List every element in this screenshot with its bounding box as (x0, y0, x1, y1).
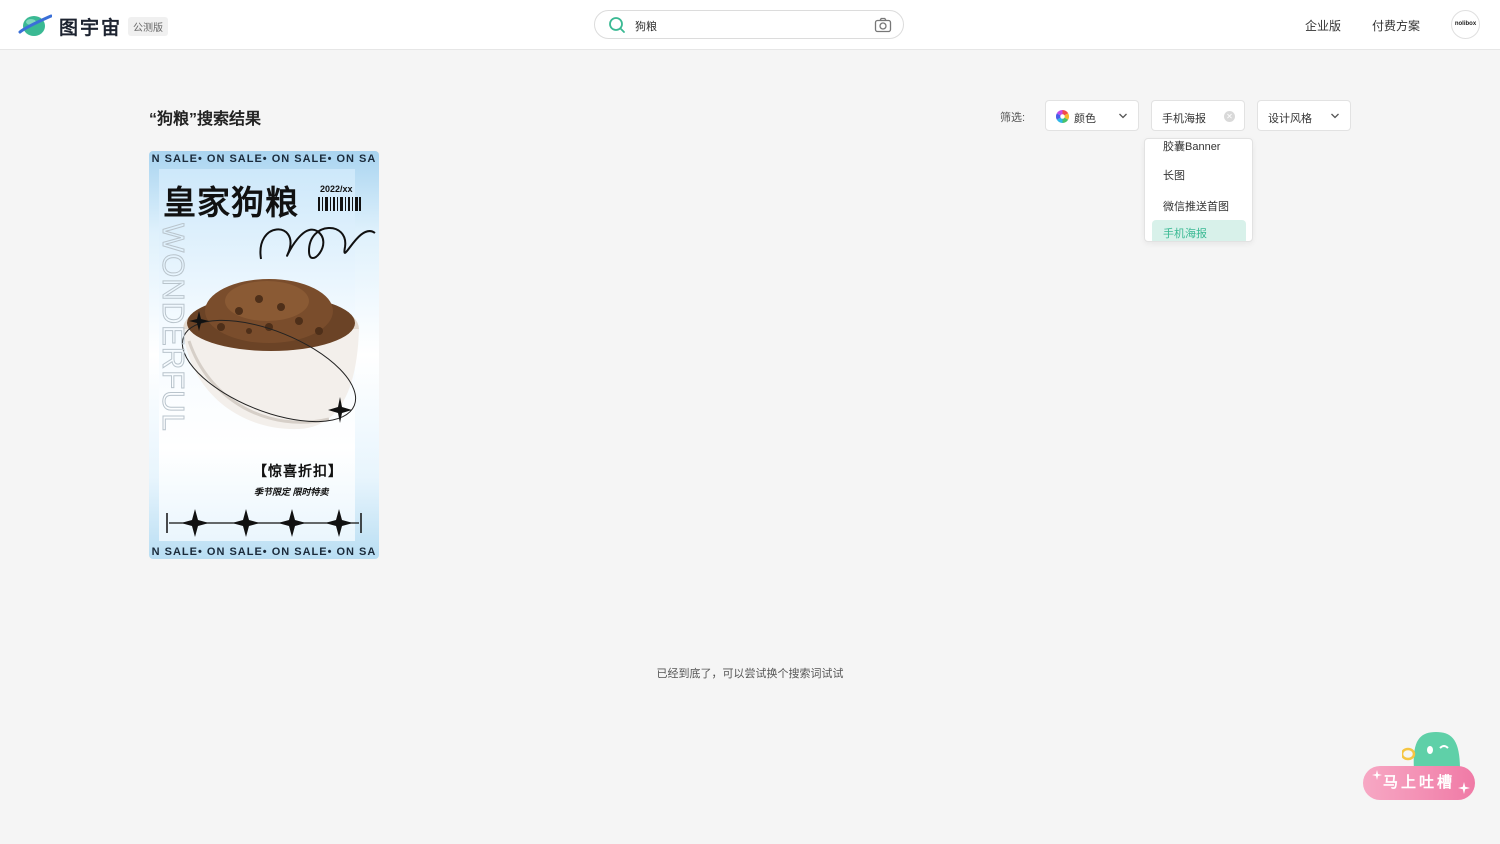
poster-title: 皇家狗粮 (163, 184, 299, 221)
poster-date: 2022/xx (320, 184, 353, 194)
barcode-icon (318, 197, 361, 211)
search-icon[interactable] (608, 16, 626, 34)
search-bar[interactable] (594, 10, 904, 39)
color-filter-dropdown[interactable]: 颜色 (1045, 100, 1139, 131)
sparkle-icon (1458, 782, 1470, 794)
avatar[interactable]: nolibox (1451, 10, 1480, 39)
menu-item-capsule-banner[interactable]: 胶囊Banner (1145, 139, 1252, 157)
color-wheel-icon (1056, 110, 1069, 123)
menu-item-long-image[interactable]: 长图 (1145, 162, 1252, 186)
clear-icon[interactable]: ✕ (1224, 111, 1235, 122)
search-input[interactable] (633, 15, 867, 37)
filter-label: 筛选: (1000, 112, 1026, 124)
scene-filter-dropdown[interactable]: 手机海报 ✕ (1151, 100, 1245, 131)
feedback-widget[interactable]: 马上吐槽 (1362, 730, 1478, 802)
style-filter-label: 设计风格 (1268, 113, 1312, 125)
menu-item-mobile-poster[interactable]: 手机海报 (1152, 220, 1246, 241)
brand-name[interactable]: 图宇宙 (59, 13, 122, 40)
nav-pricing[interactable]: 付费方案 (1372, 17, 1420, 34)
color-filter-label: 颜色 (1074, 113, 1096, 125)
sparkle-icon (1372, 770, 1382, 780)
vertical-wonderful-text: WONDERFUL (159, 223, 192, 432)
planet-logo-icon[interactable] (18, 11, 52, 39)
end-of-results-message: 已经到底了，可以尝试换个搜索词试试 (656, 668, 844, 680)
result-card-poster[interactable]: N SALE• ON SALE• ON SALE• ON SA N SALE• … (149, 151, 379, 559)
svg-text:WONDERFUL: WONDERFUL (159, 223, 191, 432)
camera-icon[interactable] (874, 17, 892, 33)
chevron-down-icon (1331, 113, 1339, 119)
chevron-down-icon (1119, 113, 1127, 119)
results-title: “狗粮”搜索结果 (149, 111, 262, 128)
menu-item-wechat-cover[interactable]: 微信推送首图 (1145, 193, 1252, 217)
top-bar: 图宇宙 公测版 企业版 付费方案 nolibox (0, 0, 1500, 50)
poster-limited: 季节限定 限时特卖 (254, 487, 329, 497)
poster-discount: 【惊喜折扣】 (253, 463, 343, 479)
scene-filter-label: 手机海报 (1162, 113, 1206, 125)
nav-enterprise[interactable]: 企业版 (1305, 17, 1341, 34)
style-filter-dropdown[interactable]: 设计风格 (1257, 100, 1351, 131)
beta-badge: 公测版 (128, 17, 168, 36)
scene-dropdown-menu: 胶囊Banner 长图 微信推送首图 手机海报 (1144, 138, 1253, 242)
